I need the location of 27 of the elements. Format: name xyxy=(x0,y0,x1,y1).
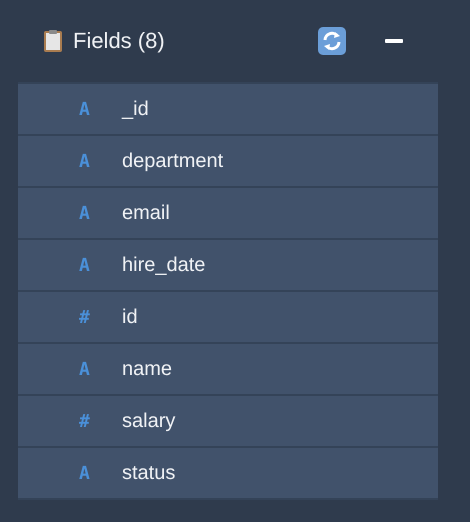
field-row[interactable]: # salary xyxy=(18,396,438,446)
field-type-label: # xyxy=(79,306,91,328)
field-type-label: # xyxy=(79,410,91,432)
field-row[interactable]: # id xyxy=(18,292,438,342)
field-name: name xyxy=(122,358,172,380)
field-row[interactable]: A email xyxy=(18,188,438,238)
field-name: id xyxy=(122,306,138,328)
field-name: hire_date xyxy=(122,254,206,276)
field-name: email xyxy=(122,202,170,224)
field-name: salary xyxy=(122,410,176,432)
field-row[interactable]: A department xyxy=(18,136,438,186)
field-row[interactable]: A _id xyxy=(18,84,438,134)
field-type-label: A xyxy=(79,462,91,484)
field-type-label: A xyxy=(79,254,91,276)
field-type-label: A xyxy=(79,202,91,224)
field-name: department xyxy=(122,150,224,172)
clipboard-icon xyxy=(43,29,63,53)
field-name: status xyxy=(122,462,176,484)
field-type-label: A xyxy=(79,98,91,120)
field-type-label: A xyxy=(79,150,91,172)
field-name: _id xyxy=(122,98,149,120)
field-type-label: A xyxy=(79,358,91,380)
panel-title: Fields (8) xyxy=(73,28,165,54)
field-row[interactable]: A hire_date xyxy=(18,240,438,290)
field-row[interactable]: A status xyxy=(18,448,438,498)
refresh-button[interactable] xyxy=(318,27,346,55)
field-row[interactable]: A name xyxy=(18,344,438,394)
